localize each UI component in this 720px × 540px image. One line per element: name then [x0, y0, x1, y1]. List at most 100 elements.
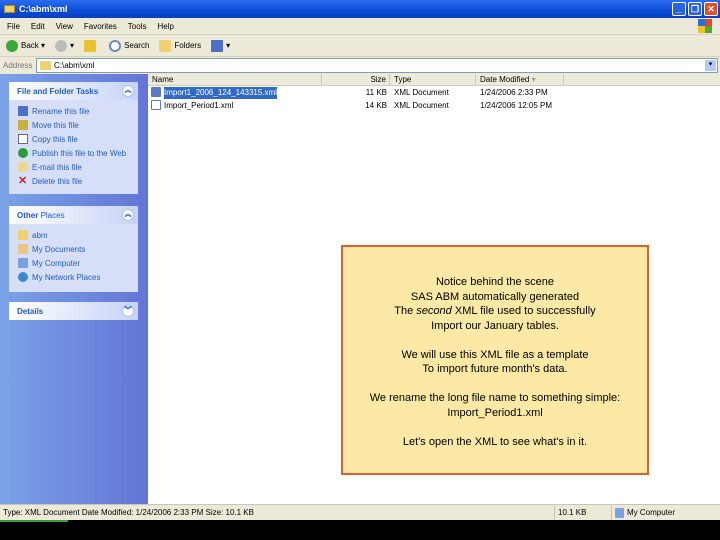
column-date-modified[interactable]: Date Modified ▾	[476, 74, 564, 85]
task-label: Copy this file	[32, 134, 78, 144]
task-label: Move this file	[32, 120, 79, 130]
task-rename[interactable]: Rename this file	[9, 104, 138, 118]
menu-bar: File Edit View Favorites Tools Help	[0, 18, 720, 35]
note-line: Notice behind the scene	[435, 276, 555, 288]
folders-icon	[159, 39, 172, 52]
windows-logo-icon	[698, 19, 712, 33]
back-arrow-icon	[6, 39, 18, 52]
details-panel: Details ︾	[9, 302, 138, 320]
place-label: My Network Places	[32, 272, 101, 282]
window-title: C:\abm\xml	[19, 4, 68, 14]
delete-icon: ✕	[18, 175, 28, 187]
file-date: 1/24/2006 2:33 PM	[480, 88, 548, 97]
menu-favorites[interactable]: Favorites	[84, 22, 117, 31]
up-button[interactable]	[84, 39, 99, 52]
views-icon	[211, 39, 224, 52]
task-pane: File and Folder Tasks ︽ Rename this file …	[0, 74, 148, 504]
menu-edit[interactable]: Edit	[31, 22, 45, 31]
column-label: Date Modified	[480, 75, 530, 84]
my-computer-icon	[18, 258, 28, 268]
toolbar: Back ▾ ▾ Search Folders ▾	[0, 35, 720, 57]
move-icon	[18, 120, 28, 130]
place-label: abm	[32, 230, 48, 240]
folder-icon	[4, 5, 15, 13]
task-label: Publish this file to the Web	[32, 148, 127, 158]
expand-icon[interactable]: ︾	[122, 305, 134, 317]
file-name: Import1_2006_124_143315.xml	[164, 87, 277, 99]
forward-button[interactable]: ▾	[55, 39, 74, 52]
folders-label: Folders	[174, 41, 202, 50]
task-label: Delete this file	[32, 176, 83, 186]
address-dropdown-button[interactable]: ▾	[705, 60, 716, 71]
file-type: XML Document	[394, 88, 449, 97]
collapse-icon[interactable]: ︽	[122, 85, 134, 97]
address-label: Address	[3, 61, 33, 70]
panel-title: Other Places	[17, 211, 65, 220]
title-bold: Other	[17, 210, 39, 220]
views-button[interactable]: ▾	[211, 39, 230, 52]
publish-web-icon	[18, 148, 28, 158]
file-row[interactable]: Import1_2006_124_143315.xml 11 KB XML Do…	[148, 87, 720, 99]
menu-file[interactable]: File	[7, 22, 20, 31]
address-bar: Address C:\abm\xml ▾	[0, 57, 720, 74]
place-label: My Documents	[32, 244, 86, 254]
back-button[interactable]: Back ▾	[6, 39, 45, 52]
folders-button[interactable]: Folders	[159, 39, 202, 52]
collapse-icon[interactable]: ︽	[122, 209, 134, 221]
list-header: Name Size Type Date Modified ▾	[148, 74, 720, 86]
task-move[interactable]: Move this file	[9, 118, 138, 132]
note-line: SAS ABM automatically generated	[410, 290, 580, 303]
my-documents-icon	[18, 244, 28, 254]
other-places-panel: Other Places ︽ abm My Documents My Comput…	[9, 206, 138, 292]
note-line: We rename the long file name to somethin…	[369, 392, 621, 404]
minimize-button[interactable]: _	[672, 2, 686, 16]
place-label: My Computer	[32, 258, 81, 268]
close-button[interactable]: ✕	[704, 2, 718, 16]
file-name: Import_Period1.xml	[164, 101, 234, 110]
title-bar: C:\abm\xml _ ❐ ✕	[0, 0, 720, 18]
menu-view[interactable]: View	[56, 22, 73, 31]
task-label: Rename this file	[32, 106, 90, 116]
menu-tools[interactable]: Tools	[128, 22, 147, 31]
network-places-icon	[18, 272, 28, 282]
start-button[interactable]	[0, 520, 68, 522]
xml-file-icon	[151, 87, 161, 97]
file-type: XML Document	[394, 101, 449, 110]
copy-icon	[18, 134, 28, 144]
address-input[interactable]: C:\abm\xml ▾	[36, 58, 718, 73]
status-size: 10.1 KB	[555, 505, 612, 520]
file-date: 1/24/2006 12:05 PM	[480, 101, 553, 110]
address-value: C:\abm\xml	[54, 61, 95, 70]
place-my-documents[interactable]: My Documents	[9, 242, 138, 256]
menu-help[interactable]: Help	[157, 22, 173, 31]
note-line: Import_Period1.xml	[447, 406, 543, 419]
place-abm[interactable]: abm	[9, 228, 138, 242]
my-computer-icon	[615, 507, 624, 518]
restore-button[interactable]: ❐	[688, 2, 702, 16]
task-publish[interactable]: Publish this file to the Web	[9, 146, 138, 160]
note-line: To import future month's data.	[422, 363, 568, 375]
file-folder-tasks-panel: File and Folder Tasks ︽ Rename this file …	[9, 82, 138, 194]
folder-up-icon	[84, 39, 97, 52]
task-delete[interactable]: ✕ Delete this file	[9, 174, 138, 188]
note-line: Let's open the XML to see what's in it.	[402, 435, 588, 448]
file-size: 11 KB	[365, 88, 387, 97]
note-line: Import our January tables.	[431, 319, 559, 332]
status-bar: Type: XML Document Date Modified: 1/24/2…	[0, 504, 720, 520]
place-my-network[interactable]: My Network Places	[9, 270, 138, 284]
back-label: Back	[21, 41, 39, 50]
task-copy[interactable]: Copy this file	[9, 132, 138, 146]
place-my-computer[interactable]: My Computer	[9, 256, 138, 270]
column-size[interactable]: Size	[322, 74, 390, 85]
column-name[interactable]: Name	[148, 74, 322, 85]
annotation-callout: Notice behind the scene SAS ABM automatic…	[341, 245, 649, 475]
file-row[interactable]: Import_Period1.xml 14 KB XML Document 1/…	[148, 100, 720, 112]
title-rest: Places	[38, 210, 65, 220]
search-button[interactable]: Search	[109, 39, 149, 52]
column-type[interactable]: Type	[390, 74, 476, 85]
task-email[interactable]: E-mail this file	[9, 160, 138, 174]
xml-file-icon	[151, 100, 161, 110]
panel-title: File and Folder Tasks	[17, 86, 99, 96]
status-zone: My Computer	[627, 507, 676, 517]
email-icon	[18, 162, 28, 172]
